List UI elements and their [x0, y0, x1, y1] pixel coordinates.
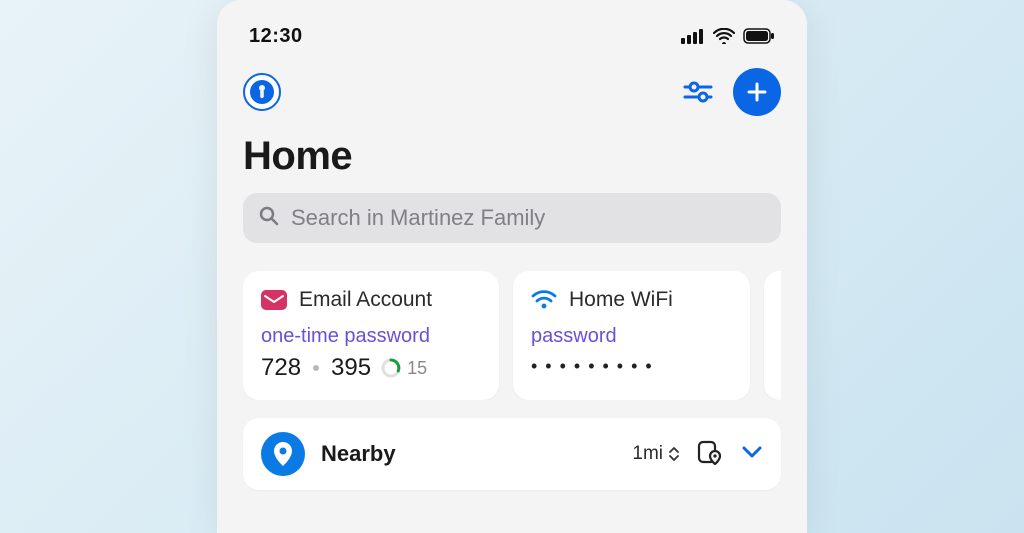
status-bar: 12:30: [243, 22, 781, 50]
nearby-controls: 1mi: [632, 439, 763, 470]
stepper-icon: [669, 446, 679, 462]
field-label: one-time password: [261, 325, 481, 348]
chevron-down-icon[interactable]: [741, 445, 763, 464]
countdown-seconds: 15: [407, 358, 427, 379]
battery-icon: [743, 28, 775, 44]
location-pin-icon: [261, 432, 305, 476]
wifi-item-icon: [531, 287, 557, 313]
mail-icon: [261, 287, 287, 313]
pinned-cards[interactable]: Email Account one-time password 728 395 …: [243, 271, 781, 400]
nearby-title: Nearby: [321, 441, 396, 467]
card-email-account[interactable]: Email Account one-time password 728 395 …: [243, 271, 499, 400]
distance-value: 1mi: [632, 443, 663, 465]
add-button[interactable]: [733, 68, 781, 116]
filter-button[interactable]: [683, 80, 713, 104]
top-bar: [243, 68, 781, 116]
field-label: password: [531, 325, 732, 348]
card-title: Home WiFi: [569, 288, 673, 312]
dot-separator-icon: [313, 365, 319, 371]
otp-countdown: 15: [381, 358, 427, 379]
card-title: Email Account: [299, 288, 432, 312]
app-logo-icon[interactable]: [243, 73, 281, 111]
search-input[interactable]: Search in Martinez Family: [243, 193, 781, 243]
masked-password: •••••••••: [531, 356, 732, 377]
map-pin-button[interactable]: [697, 439, 723, 470]
phone-frame: 12:30: [217, 0, 807, 533]
wifi-icon: [713, 28, 735, 44]
nearby-section[interactable]: Nearby 1mi: [243, 418, 781, 490]
card-partial[interactable]: num 07: [764, 271, 781, 400]
countdown-ring-icon: [381, 358, 401, 378]
otp-part-a: 728: [261, 354, 301, 382]
search-icon: [259, 206, 279, 231]
status-icons: [681, 28, 775, 44]
page-title: Home: [243, 134, 781, 179]
otp-part-b: 395: [331, 354, 371, 382]
distance-selector[interactable]: 1mi: [632, 443, 679, 465]
search-placeholder: Search in Martinez Family: [291, 205, 545, 231]
status-time: 12:30: [249, 25, 303, 48]
cellular-icon: [681, 28, 705, 44]
card-home-wifi[interactable]: Home WiFi password •••••••••: [513, 271, 750, 400]
otp-value: 728 395 15: [261, 354, 481, 382]
top-bar-actions: [683, 68, 781, 116]
